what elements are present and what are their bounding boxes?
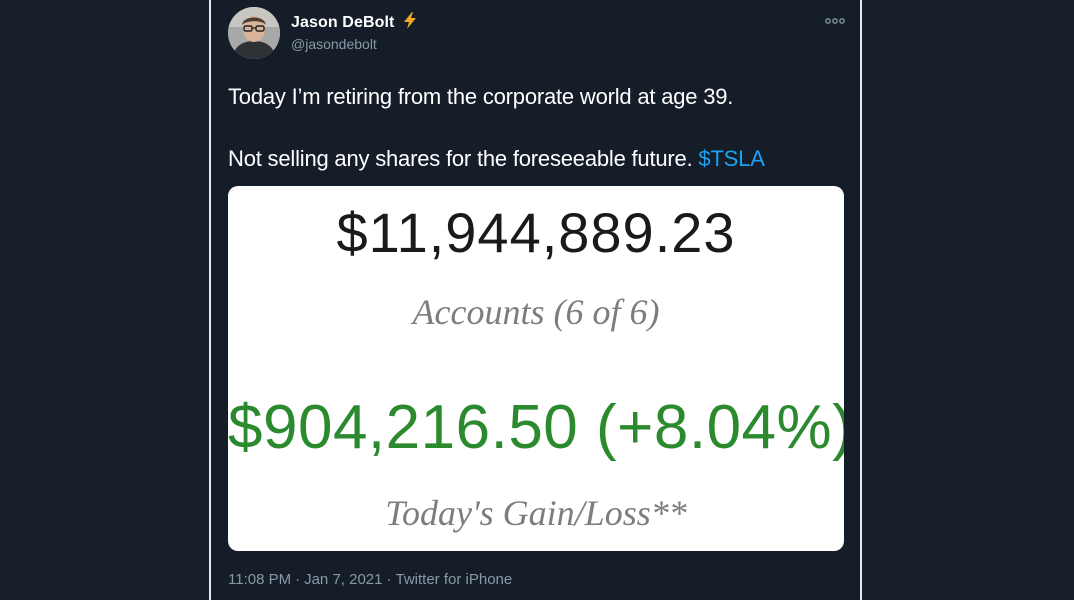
tweet-text-line-1: Today I’m retiring from the corporate wo… [228,84,734,109]
lightning-bolt-icon [403,12,417,34]
author-name-text: Jason DeBolt [291,14,395,31]
attached-image[interactable]: $11,944,889.23 Accounts (6 of 6) $904,21… [228,186,844,551]
tweet-date[interactable]: Jan 7, 2021 [304,571,382,588]
avatar[interactable] [228,7,280,59]
tweet-text-line-2-body: Not selling any shares for the foreseeab… [228,146,699,171]
tweet-card: Jason DeBolt @jasondebolt Today I’m reti… [209,0,862,600]
tweet-text-line-2: Not selling any shares for the foreseeab… [228,146,765,172]
todays-gain-label: Today's Gain/Loss** [385,493,687,533]
page-background: Jason DeBolt @jasondebolt Today I’m reti… [0,0,1074,600]
tweet-source[interactable]: Twitter for iPhone [396,571,513,588]
tweet-metadata: 11:08 PM · Jan 7, 2021 · Twitter for iPhone [228,571,512,588]
todays-gain-value: $904,216.50 (+8.04%) [228,393,844,462]
cashtag-link[interactable]: $TSLA [698,146,764,171]
tweet-time[interactable]: 11:08 PM [228,571,291,588]
more-options-icon[interactable] [824,14,846,28]
avatar-image [228,7,280,59]
meta-separator: · [295,571,301,588]
author-name[interactable]: Jason DeBolt [291,12,417,34]
accounts-label: Accounts (6 of 6) [412,292,660,332]
author-handle[interactable]: @jasondebolt [291,36,377,52]
meta-separator: · [386,571,392,588]
portfolio-total-value: $11,944,889.23 [336,201,736,264]
